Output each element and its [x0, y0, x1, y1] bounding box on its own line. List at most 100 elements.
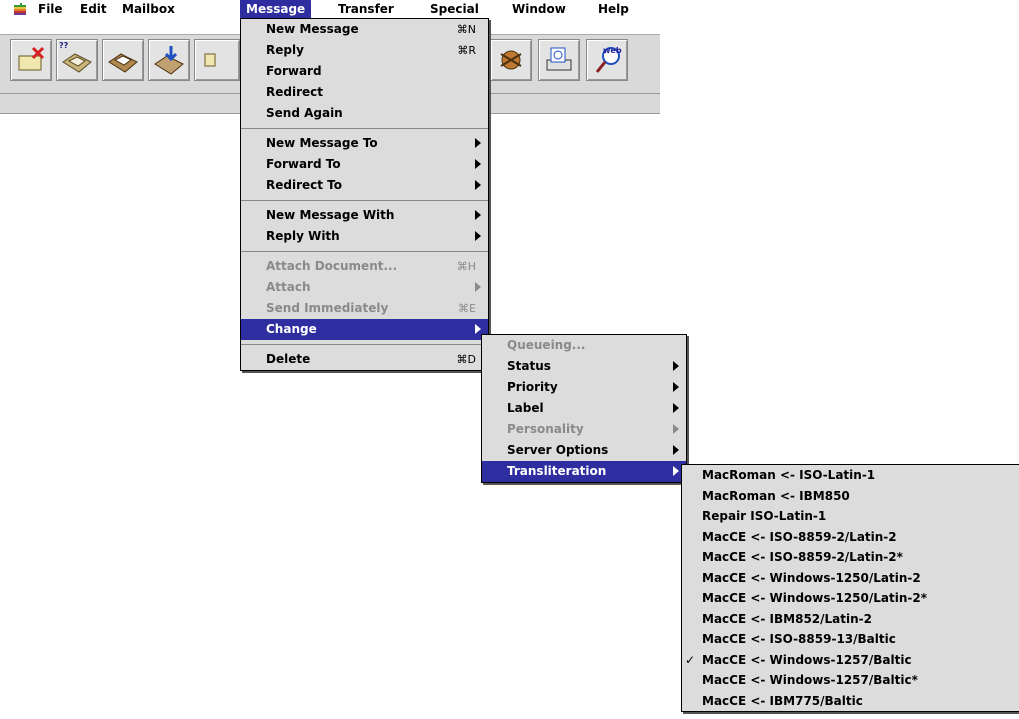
- menu-edit[interactable]: Edit: [74, 0, 113, 18]
- menu-special[interactable]: Special: [424, 0, 485, 18]
- submenu-arrow-icon: [475, 138, 481, 148]
- menu-help[interactable]: Help: [592, 0, 635, 18]
- preview-button[interactable]: [538, 39, 580, 81]
- menu-item-label: Send Immediately: [266, 301, 389, 315]
- mailbox-icon: [62, 53, 92, 73]
- menu-item-translit-11[interactable]: MacCE <- IBM775/Baltic: [682, 691, 1019, 712]
- partial-icon: [204, 53, 216, 67]
- menu-item-label: Forward To: [266, 157, 341, 171]
- menu-item-label: Repair ISO-Latin-1: [702, 509, 827, 523]
- submenu-arrow-icon: [673, 424, 679, 434]
- menu-item-translit-9-checked[interactable]: ✓ MacCE <- Windows-1257/Baltic: [682, 650, 1019, 671]
- web-search-button[interactable]: web: [586, 39, 628, 81]
- menu-item-forward-to[interactable]: Forward To: [241, 154, 488, 175]
- menu-item-label-text: Label: [507, 401, 544, 415]
- menu-item-label: Status: [507, 359, 551, 373]
- menu-item-label: Transliteration: [507, 464, 607, 478]
- menu-window[interactable]: Window: [506, 0, 572, 18]
- menu-item-label: MacCE <- ISO-8859-2/Latin-2*: [702, 550, 903, 564]
- preview-icon: [546, 47, 572, 71]
- menu-item-translit-2[interactable]: Repair ISO-Latin-1: [682, 506, 1019, 527]
- menu-item-label: Redirect: [266, 85, 323, 99]
- menu-item-translit-1[interactable]: MacRoman <- IBM850: [682, 486, 1019, 507]
- menu-divider: [241, 251, 488, 252]
- tool-button[interactable]: [490, 39, 532, 81]
- menu-item-label: Queueing...: [507, 338, 586, 352]
- menu-item-translit-10[interactable]: MacCE <- Windows-1257/Baltic*: [682, 670, 1019, 691]
- menu-item-change[interactable]: Change: [241, 319, 488, 340]
- menu-bar: File Edit Mailbox Message Transfer Speci…: [0, 0, 1019, 18]
- in-tray-button[interactable]: [102, 39, 144, 81]
- shortcut-label: ⌘R: [457, 44, 476, 57]
- menu-item-translit-5[interactable]: MacCE <- Windows-1250/Latin-2: [682, 568, 1019, 589]
- menu-item-label: MacCE <- Windows-1250/Latin-2: [702, 570, 921, 585]
- menu-item-label: MacRoman <- ISO-Latin-1: [702, 468, 876, 482]
- menu-item-label: Attach Document...: [266, 259, 398, 273]
- menu-item-server-options[interactable]: Server Options: [482, 440, 686, 461]
- menu-divider: [241, 128, 488, 129]
- menu-item-label: MacCE <- IBM852/Latin-2: [702, 611, 872, 626]
- menu-item-send-immediately[interactable]: Send Immediately ⌘E: [241, 298, 488, 319]
- menu-item-translit-7[interactable]: MacCE <- IBM852/Latin-2: [682, 609, 1019, 630]
- submenu-arrow-icon: [673, 361, 679, 371]
- menu-item-label: Forward: [266, 64, 322, 78]
- menu-message[interactable]: Message: [240, 0, 312, 18]
- menu-item-redirect[interactable]: Redirect: [241, 82, 488, 103]
- menu-item-new-message[interactable]: New Message ⌘N: [241, 19, 488, 40]
- menu-item-priority[interactable]: Priority: [482, 377, 686, 398]
- menu-item-label: Server Options: [507, 443, 609, 457]
- submenu-arrow-icon: [475, 159, 481, 169]
- menu-item-reply-with[interactable]: Reply With: [241, 226, 488, 247]
- menu-item-send-again[interactable]: Send Again: [241, 103, 488, 124]
- menu-transfer[interactable]: Transfer: [332, 0, 400, 18]
- submenu-arrow-icon: [475, 282, 481, 292]
- menu-item-translit-8[interactable]: MacCE <- ISO-8859-13/Baltic: [682, 629, 1019, 650]
- submenu-arrow-icon: [475, 210, 481, 220]
- menu-item-transliteration[interactable]: Transliteration: [482, 461, 686, 482]
- trash-message-icon: [18, 46, 45, 71]
- menu-item-redirect-to[interactable]: Redirect To: [241, 175, 488, 196]
- menu-item-label: MacCE <- IBM775/Baltic: [702, 693, 863, 708]
- menu-item-personality[interactable]: Personality: [482, 419, 686, 440]
- apple-menu[interactable]: [12, 0, 28, 18]
- menu-item-label: Priority: [507, 380, 558, 394]
- apple-icon: [14, 3, 26, 15]
- menu-item-translit-0[interactable]: MacRoman <- ISO-Latin-1: [682, 465, 1019, 486]
- shortcut-label: ⌘D: [456, 353, 476, 366]
- menu-item-label: Personality: [507, 422, 584, 436]
- shortcut-label: ⌘H: [456, 260, 476, 273]
- menu-item-forward[interactable]: Forward: [241, 61, 488, 82]
- menu-item-translit-4[interactable]: MacCE <- ISO-8859-2/Latin-2*: [682, 547, 1019, 568]
- partial-toolbar-button[interactable]: [194, 39, 240, 81]
- menu-item-translit-6[interactable]: MacCE <- Windows-1250/Latin-2*: [682, 588, 1019, 609]
- web-tag: web: [603, 46, 622, 55]
- message-menu: New Message ⌘N Reply ⌘R Forward Redirect S…: [240, 18, 489, 371]
- submenu-arrow-icon: [475, 231, 481, 241]
- menu-item-label: New Message To: [266, 136, 378, 150]
- menu-file[interactable]: File: [32, 0, 69, 18]
- menu-item-label: New Message With: [266, 208, 395, 222]
- mailbox-button[interactable]: ??: [56, 39, 98, 81]
- menu-item-attach[interactable]: Attach: [241, 277, 488, 298]
- menu-item-reply[interactable]: Reply ⌘R: [241, 40, 488, 61]
- menu-divider: [241, 344, 488, 345]
- menu-item-queueing[interactable]: Queueing...: [482, 335, 686, 356]
- menu-item-translit-3[interactable]: MacCE <- ISO-8859-2/Latin-2: [682, 527, 1019, 548]
- submenu-arrow-icon: [475, 324, 481, 334]
- menu-item-status[interactable]: Status: [482, 356, 686, 377]
- menu-item-label: MacCE <- Windows-1250/Latin-2*: [702, 591, 928, 605]
- menu-item-new-message-to[interactable]: New Message To: [241, 133, 488, 154]
- menu-divider: [241, 200, 488, 201]
- submenu-arrow-icon: [673, 382, 679, 392]
- menu-item-label: MacRoman <- IBM850: [702, 488, 850, 503]
- download-button[interactable]: [148, 39, 190, 81]
- menu-item-new-message-with[interactable]: New Message With: [241, 205, 488, 226]
- menu-item-attach-document[interactable]: Attach Document... ⌘H: [241, 256, 488, 277]
- submenu-arrow-icon: [673, 466, 679, 476]
- menu-item-label: MacCE <- ISO-8859-2/Latin-2: [702, 529, 897, 544]
- menu-item-label[interactable]: Label: [482, 398, 686, 419]
- shortcut-label: ⌘E: [458, 302, 476, 315]
- trash-message-button[interactable]: [10, 39, 52, 81]
- menu-item-delete[interactable]: Delete ⌘D: [241, 349, 488, 370]
- menu-mailbox[interactable]: Mailbox: [116, 0, 181, 18]
